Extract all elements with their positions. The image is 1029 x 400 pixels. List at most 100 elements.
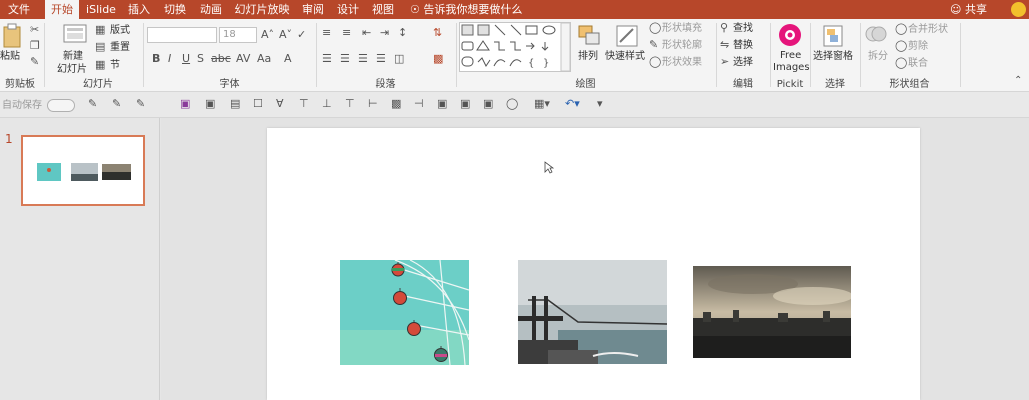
layout-button[interactable]: 版式 <box>110 24 130 37</box>
smartart-icon[interactable]: ▩ <box>433 53 443 65</box>
align-center-icon[interactable]: ▩ <box>391 98 401 110</box>
char-spacing-icon[interactable]: AV <box>236 53 250 65</box>
tab-design[interactable]: 设计 <box>334 0 362 19</box>
new-slide-icon[interactable] <box>62 23 88 45</box>
tab-insert[interactable]: 插入 <box>124 0 154 19</box>
shape-fill-button[interactable]: 形状填充 <box>662 22 702 35</box>
tab-file[interactable]: 文件 <box>0 0 38 19</box>
quick-styles-icon[interactable] <box>614 23 640 49</box>
tab-view[interactable]: 视图 <box>369 0 397 19</box>
align-bottom-icon[interactable]: ⊤ <box>345 98 355 110</box>
quick-styles-button[interactable]: 快速样式 <box>605 51 645 63</box>
group-icon[interactable]: ▣ <box>437 98 447 110</box>
save-icon[interactable]: ▣ <box>180 98 190 110</box>
shape-effects-icon: ◯ <box>649 55 662 68</box>
pickit-free-label[interactable]: Free <box>780 50 801 62</box>
feedback-smiley-icon[interactable] <box>1011 2 1026 17</box>
ferris-wheel-image[interactable] <box>340 260 469 365</box>
align-left-icon[interactable]: ⊢ <box>368 98 378 110</box>
eyedropper-icon[interactable]: ✎ <box>88 98 97 110</box>
slide-canvas[interactable] <box>267 128 920 400</box>
new-slide-label-2[interactable]: 幻灯片 <box>57 64 87 76</box>
pickit-icon[interactable] <box>778 23 802 47</box>
bullets-icon[interactable]: ≡ <box>322 27 331 39</box>
tell-me-box[interactable]: ☉ 告诉我你想要做什么 <box>410 0 522 19</box>
tab-transitions[interactable]: 切换 <box>160 0 190 19</box>
lock-icon[interactable]: ☐ <box>253 98 263 110</box>
align-center-icon[interactable]: ☰ <box>340 53 350 65</box>
combine-shapes-button[interactable]: 联合 <box>908 57 928 70</box>
shape-outline-button[interactable]: 形状轮廓 <box>662 39 702 52</box>
shape-icon[interactable]: ◯ <box>506 98 518 110</box>
shrink-font-icon[interactable]: A˅ <box>279 29 292 41</box>
tab-home[interactable]: 开始 <box>45 0 79 19</box>
align-right-icon[interactable]: ☰ <box>358 53 368 65</box>
replace-button[interactable]: 替换 <box>733 39 753 52</box>
paste-button[interactable]: 粘贴 <box>0 51 20 63</box>
strikethrough-icon[interactable]: abc <box>211 53 231 65</box>
pickit-images-label[interactable]: Images <box>773 62 810 74</box>
crop-icon[interactable]: ▣ <box>483 98 493 110</box>
change-case-icon[interactable]: Aa <box>257 53 271 65</box>
bold-icon[interactable]: B <box>152 53 160 65</box>
tab-review[interactable]: 审阅 <box>299 0 327 19</box>
distribute-icon[interactable]: ∀ <box>276 98 284 110</box>
eyedropper-icon[interactable]: ✎ <box>136 98 145 110</box>
shape-effects-button[interactable]: 形状效果 <box>662 56 702 69</box>
cut-icon[interactable]: ✂ <box>30 24 39 36</box>
share-button[interactable]: ☺ 共享 <box>950 0 987 19</box>
subtract-shapes-button[interactable]: 剪除 <box>908 40 928 53</box>
eyedropper-icon[interactable]: ✎ <box>112 98 121 110</box>
autosave-toggle[interactable] <box>47 99 75 112</box>
underline-icon[interactable]: U <box>182 53 190 65</box>
tab-islide[interactable]: iSlide <box>84 0 118 19</box>
new-slide-label-1[interactable]: 新建 <box>63 51 83 63</box>
decrease-indent-icon[interactable]: ⇤ <box>362 27 371 39</box>
align-top-icon[interactable]: ⊤ <box>299 98 309 110</box>
split-shapes-icon[interactable] <box>865 23 887 45</box>
customize-qat-icon[interactable]: ▾ <box>597 98 603 110</box>
text-box-icon[interactable]: ▦▾ <box>534 98 550 110</box>
justify-icon[interactable]: ☰ <box>376 53 386 65</box>
italic-icon[interactable]: I <box>168 53 171 65</box>
align-left-icon[interactable]: ☰ <box>322 53 332 65</box>
selection-pane-button[interactable]: 选择窗格 <box>813 51 853 63</box>
present-icon[interactable]: ▣ <box>205 98 215 110</box>
clear-format-icon[interactable]: ✓ <box>297 29 306 41</box>
grow-font-icon[interactable]: A˄ <box>261 29 274 41</box>
tab-slideshow[interactable]: 幻灯片放映 <box>232 0 292 19</box>
align-right-icon[interactable]: ⊣ <box>414 98 424 110</box>
foggy-bridge-image[interactable] <box>518 260 667 364</box>
text-direction-icon[interactable]: ⇅ <box>433 27 442 39</box>
copy-icon[interactable]: ❐ <box>30 40 40 52</box>
numbering-icon[interactable]: ≡ <box>342 27 351 39</box>
columns-icon[interactable]: ◫ <box>394 53 404 65</box>
ungroup-icon[interactable]: ▣ <box>460 98 470 110</box>
select-button[interactable]: 选择 <box>733 56 753 69</box>
collapse-ribbon-icon[interactable]: ⌃ <box>1014 75 1022 87</box>
tab-animations[interactable]: 动画 <box>196 0 226 19</box>
arrange-button[interactable]: 排列 <box>578 51 598 63</box>
find-button[interactable]: 查找 <box>733 22 753 35</box>
undo-icon[interactable]: ↶▾ <box>565 98 580 110</box>
union-shapes-button[interactable]: 合并形状 <box>908 23 948 36</box>
font-family-combo[interactable] <box>147 27 217 43</box>
city-skyline-image[interactable] <box>693 266 851 358</box>
shadow-icon[interactable]: S <box>197 53 204 65</box>
reset-button[interactable]: 重置 <box>110 41 130 54</box>
section-button[interactable]: 节 <box>110 59 120 72</box>
arrange-icon[interactable] <box>577 24 601 48</box>
slide-thumbnail[interactable] <box>21 135 145 206</box>
split-label-1[interactable]: 拆分 <box>868 51 888 63</box>
align-icon[interactable]: ▤ <box>230 98 240 110</box>
shapes-gallery[interactable]: { } <box>459 22 571 72</box>
line-spacing-icon[interactable]: ↕ <box>398 27 407 39</box>
format-painter-icon[interactable]: ✎ <box>30 56 39 68</box>
align-middle-icon[interactable]: ⊥ <box>322 98 332 110</box>
font-size-combo[interactable]: 18 <box>219 27 257 43</box>
font-color-icon[interactable]: A <box>284 53 292 65</box>
selection-pane-icon[interactable] <box>821 23 845 49</box>
drawing-group-label: 绘图 <box>575 79 596 90</box>
paste-icon[interactable] <box>2 23 24 49</box>
increase-indent-icon[interactable]: ⇥ <box>380 27 389 39</box>
